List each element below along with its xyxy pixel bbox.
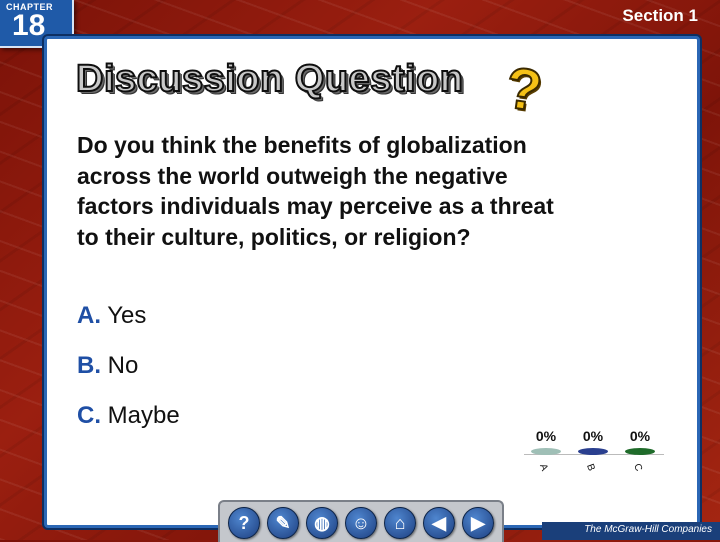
forward-icon[interactable]: ▶: [462, 507, 494, 539]
category-tick-label: A: [537, 462, 550, 473]
answer-label: No: [107, 352, 139, 379]
slide-title: Discussion Question: [75, 57, 464, 101]
tools-icon[interactable]: ✎: [267, 507, 299, 539]
chapter-number: 18: [12, 9, 46, 42]
home-icon[interactable]: ⌂: [384, 507, 416, 539]
category-tick-label: C: [631, 462, 645, 473]
help-icon[interactable]: ?: [228, 507, 260, 539]
back-icon[interactable]: ◀: [423, 507, 455, 539]
publisher-banner: The McGraw-Hill Companies: [542, 522, 720, 540]
answer-c[interactable]: C. Maybe: [77, 402, 180, 430]
bar-a: [531, 448, 561, 455]
answer-b[interactable]: B. No: [77, 352, 138, 380]
answer-letter: C.: [77, 402, 101, 429]
question-text: Do you think the benefits of globalizati…: [77, 132, 554, 250]
bar-c: [625, 448, 655, 455]
slide-title-wrap: Discussion Question ?: [75, 54, 547, 125]
answer-a[interactable]: A. Yes: [77, 302, 146, 330]
bar-slot: [528, 448, 564, 458]
answer-label: Maybe: [107, 402, 180, 429]
presenter-icon[interactable]: ☺: [345, 507, 377, 539]
globe-icon[interactable]: ◍: [306, 507, 338, 539]
publisher-name: The McGraw-Hill Companies: [584, 524, 712, 535]
bar-b: [578, 448, 608, 455]
bar-value-label: 0%: [629, 428, 651, 444]
bar-slot: [622, 448, 658, 458]
answer-letter: A.: [77, 302, 101, 329]
category-tick-label: B: [584, 462, 597, 473]
section-label: Section 1: [622, 6, 698, 25]
bar-value-label: 0%: [535, 428, 557, 444]
poll-results-chart: 0% A 0% B 0% C: [524, 428, 664, 478]
navigation-bar: ? ✎ ◍ ☺ ⌂ ◀ ▶: [218, 500, 504, 542]
bar-value-label: 0%: [582, 428, 604, 444]
answer-letter: B.: [77, 352, 101, 379]
bar-slot: [575, 448, 611, 458]
answer-label: Yes: [107, 302, 147, 329]
